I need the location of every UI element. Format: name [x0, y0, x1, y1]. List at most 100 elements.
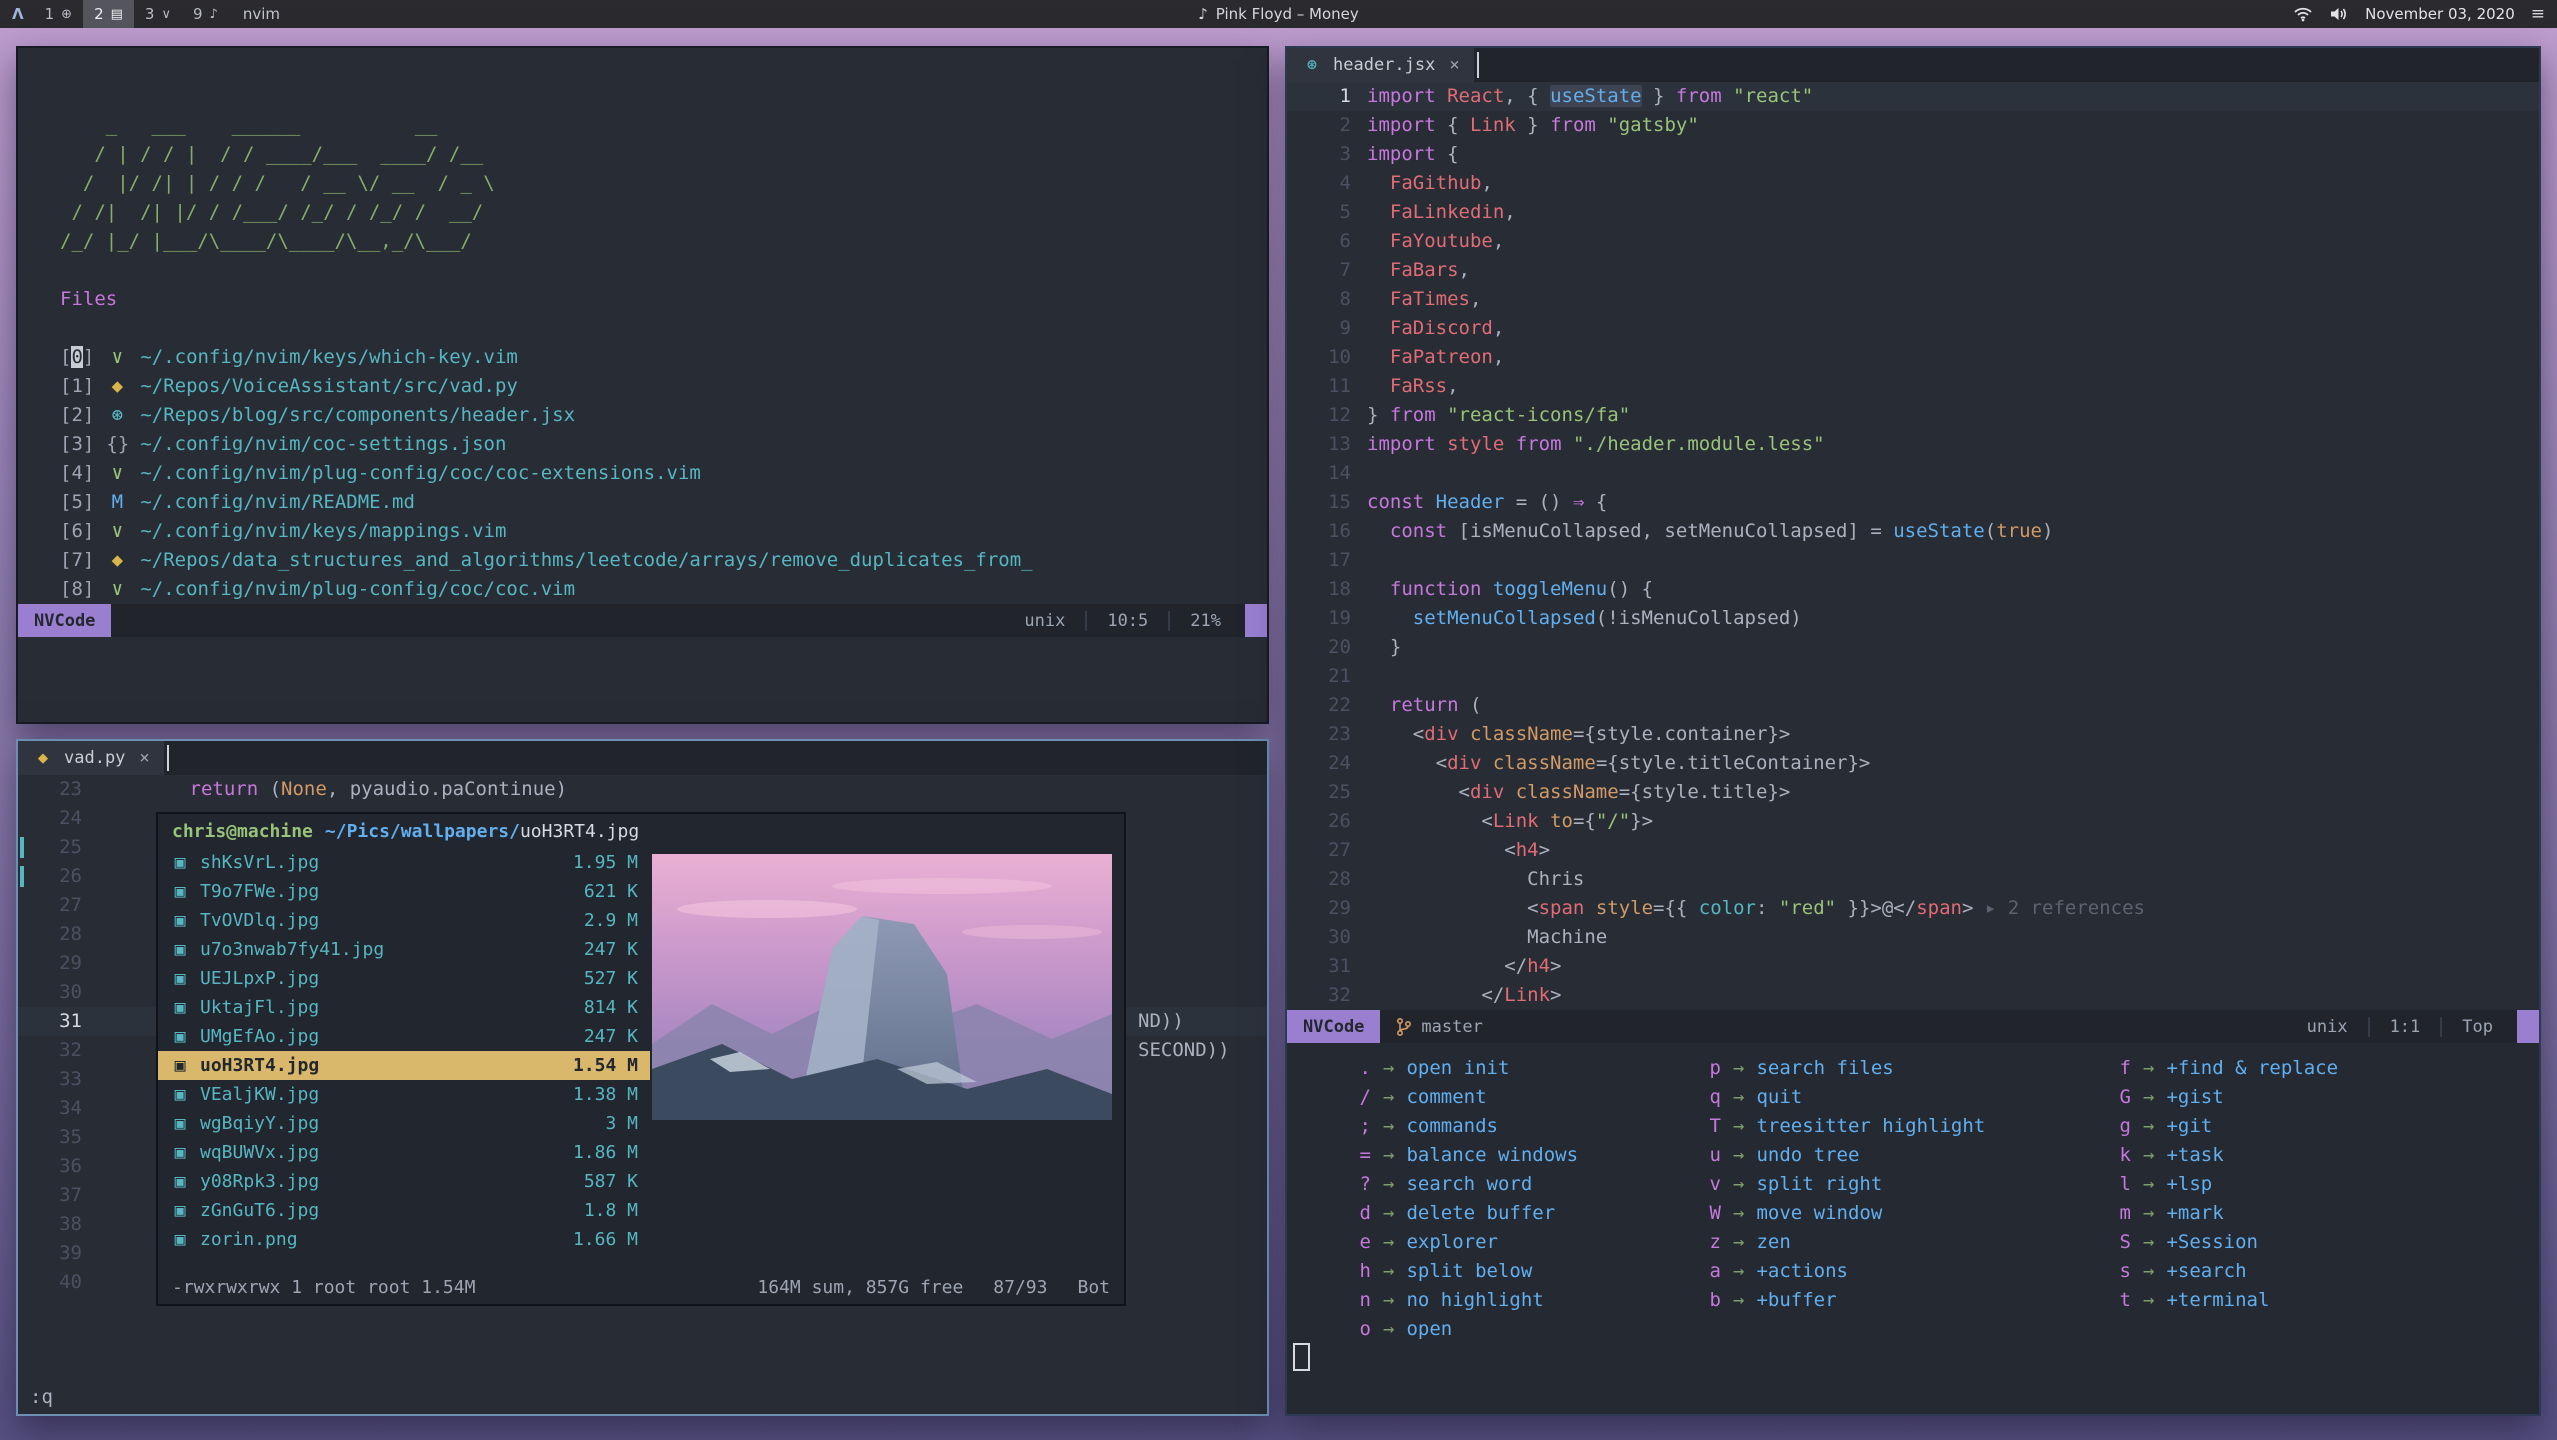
- recent-file-4[interactable]: [4]∨~/.config/nvim/plug-config/coc/coc-e…: [60, 459, 1267, 488]
- image-file-icon: ▣: [170, 1171, 190, 1192]
- volume-icon[interactable]: [2329, 6, 2349, 22]
- file-entry-6[interactable]: ▣UMgEfAo.jpg247 K: [158, 1022, 650, 1051]
- code-line-30[interactable]: 30 Machine: [1287, 923, 2539, 952]
- recent-file-3[interactable]: [3]{}~/.config/nvim/coc-settings.json: [60, 430, 1267, 459]
- tab-header-jsx[interactable]: ⊛ header.jsx ×: [1287, 48, 1474, 82]
- code-line-16[interactable]: 16 const [isMenuCollapsed, setMenuCollap…: [1287, 517, 2539, 546]
- recent-file-6[interactable]: [6]∨~/.config/nvim/keys/mappings.vim: [60, 517, 1267, 546]
- key: a: [1677, 1260, 1721, 1282]
- code-line-19[interactable]: 19 setMenuCollapsed(!isMenuCollapsed): [1287, 604, 2539, 633]
- code-line-11[interactable]: 11 FaRss,: [1287, 372, 2539, 401]
- code-line-15[interactable]: 15const Header = () ⇒ {: [1287, 488, 2539, 517]
- git-branch: master: [1396, 1017, 1482, 1037]
- file-entry-10[interactable]: ▣wqBUWVx.jpg1.86 M: [158, 1138, 650, 1167]
- file-entry-5[interactable]: ▣UktajFl.jpg814 K: [158, 993, 650, 1022]
- line-number: 11: [1287, 372, 1367, 401]
- code-line-29[interactable]: 29 <span style={{ color: "red" }}>@</spa…: [1287, 894, 2539, 923]
- file-entry-2[interactable]: ▣TvOVDlq.jpg2.9 M: [158, 906, 650, 935]
- file-entry-1[interactable]: ▣T9o7FWe.jpg621 K: [158, 877, 650, 906]
- code-line-31[interactable]: 31 </h4>: [1287, 952, 2539, 981]
- code-line-4[interactable]: 4 FaGithub,: [1287, 169, 2539, 198]
- line-number: 34: [18, 1094, 98, 1123]
- vim-icon: ∨: [106, 517, 128, 546]
- code-line-1[interactable]: 1import React, { useState } from "react": [1287, 82, 2539, 111]
- code-line-2[interactable]: 2import { Link } from "gatsby": [1287, 111, 2539, 140]
- code-line-8[interactable]: 8 FaTimes,: [1287, 285, 2539, 314]
- file-entry-4[interactable]: ▣UEJLpxP.jpg527 K: [158, 964, 650, 993]
- menu-icon[interactable]: ≡: [2531, 4, 2545, 24]
- file-entry-3[interactable]: ▣u7o3nwab7fy41.jpg247 K: [158, 935, 650, 964]
- now-playing-text: Pink Floyd – Money: [1216, 5, 1359, 23]
- code-line-28[interactable]: 28 Chris: [1287, 865, 2539, 894]
- code-line-10[interactable]: 10 FaPatreon,: [1287, 343, 2539, 372]
- code-line-27[interactable]: 27 <h4>: [1287, 836, 2539, 865]
- image-file-icon: ▣: [170, 1084, 190, 1105]
- code-line-13[interactable]: 13import style from "./header.module.les…: [1287, 430, 2539, 459]
- code-line-26[interactable]: 26 <Link to={"/"}>: [1287, 807, 2539, 836]
- code-line-18[interactable]: 18 function toggleMenu() {: [1287, 575, 2539, 604]
- workspace-2[interactable]: 2▤: [83, 0, 134, 28]
- tab-vad-py[interactable]: ◆ vad.py ×: [18, 741, 164, 775]
- code-line-17[interactable]: 17: [1287, 546, 2539, 575]
- code-line-32[interactable]: 32 </Link>: [1287, 981, 2539, 1010]
- code-line-23[interactable]: 23 <div className={style.container}>: [1287, 720, 2539, 749]
- file-name: zGnGuT6.jpg: [200, 1200, 319, 1221]
- code-line-25[interactable]: 25 <div className={style.title}>: [1287, 778, 2539, 807]
- workspace-1[interactable]: 1⊕: [34, 0, 83, 28]
- close-tab-icon[interactable]: ×: [1449, 55, 1459, 75]
- line-number: 25: [1287, 778, 1367, 807]
- file-entry-8[interactable]: ▣VEaljKW.jpg1.38 M: [158, 1080, 650, 1109]
- recent-file-5[interactable]: [5]M~/.config/nvim/README.md: [60, 488, 1267, 517]
- file-format: unix: [1004, 611, 1085, 631]
- file-entry-11[interactable]: ▣y08Rpk3.jpg587 K: [158, 1167, 650, 1196]
- code-line-5[interactable]: 5 FaLinkedin,: [1287, 198, 2539, 227]
- image-file-icon: ▣: [170, 1142, 190, 1163]
- launcher-icon[interactable]: Λ: [12, 5, 24, 23]
- statusline-accent-block: [1245, 604, 1267, 637]
- key: t: [2087, 1289, 2131, 1311]
- line-number: 23: [18, 775, 98, 804]
- file-size: 1.86 M: [573, 1142, 638, 1163]
- code-line-23[interactable]: 23 return (None, pyaudio.paContinue): [18, 775, 1267, 804]
- recent-file-8[interactable]: [8]∨~/.config/nvim/plug-config/coc/coc.v…: [60, 575, 1267, 604]
- image-preview: [650, 848, 1124, 1125]
- command-line[interactable]: :q: [30, 1386, 53, 1408]
- code-line-21[interactable]: 21: [1287, 662, 2539, 691]
- keybinding-m: m→+mark: [2087, 1198, 2539, 1227]
- line-number: 5: [1287, 198, 1367, 227]
- code-line-7[interactable]: 7 FaBars,: [1287, 256, 2539, 285]
- recent-file-2[interactable]: [2]⊛~/Repos/blog/src/components/header.j…: [60, 401, 1267, 430]
- file-name: zorin.png: [200, 1229, 298, 1250]
- workspace-3[interactable]: 3∨: [134, 0, 182, 28]
- code-line-22[interactable]: 22 return (: [1287, 691, 2539, 720]
- code-line-24[interactable]: 24 <div className={style.titleContainer}…: [1287, 749, 2539, 778]
- file-size: 1.8 M: [584, 1200, 638, 1221]
- code-line-20[interactable]: 20 }: [1287, 633, 2539, 662]
- keybinding-n: n→no highlight: [1327, 1285, 1677, 1314]
- file-entry-7[interactable]: ▣uoH3RT4.jpg1.54 M: [158, 1051, 650, 1080]
- file-entry-0[interactable]: ▣shKsVrL.jpg1.95 M: [158, 848, 650, 877]
- code-line-12[interactable]: 12} from "react-icons/fa": [1287, 401, 2539, 430]
- code-line-6[interactable]: 6 FaYoutube,: [1287, 227, 2539, 256]
- file-entry-13[interactable]: ▣zorin.png1.66 M: [158, 1225, 650, 1254]
- keybinding-T: T→treesitter highlight: [1677, 1111, 2087, 1140]
- code-line-9[interactable]: 9 FaDiscord,: [1287, 314, 2539, 343]
- file-entry-9[interactable]: ▣wgBqiyY.jpg3 M: [158, 1109, 650, 1138]
- line-number: 8: [1287, 285, 1367, 314]
- line-number: 40: [18, 1268, 98, 1297]
- recent-file-7[interactable]: [7]◆~/Repos/data_structures_and_algorith…: [60, 546, 1267, 575]
- code-line-14[interactable]: 14: [1287, 459, 2539, 488]
- recent-file-0[interactable]: [0]∨~/.config/nvim/keys/which-key.vim: [60, 343, 1267, 372]
- binding-description: +buffer: [1756, 1289, 1836, 1311]
- occluded-line-tail: ND)): [1138, 1007, 1184, 1036]
- keybinding-;: ;→commands: [1327, 1111, 1677, 1140]
- close-tab-icon[interactable]: ×: [139, 748, 149, 768]
- line-number: 4: [1287, 169, 1367, 198]
- wifi-icon[interactable]: [2293, 6, 2313, 22]
- code-line-3[interactable]: 3import {: [1287, 140, 2539, 169]
- line-number: 37: [18, 1181, 98, 1210]
- recent-file-1[interactable]: [1]◆~/Repos/VoiceAssistant/src/vad.py: [60, 372, 1267, 401]
- workspace-9[interactable]: 9♪: [182, 0, 229, 28]
- file-entry-12[interactable]: ▣zGnGuT6.jpg1.8 M: [158, 1196, 650, 1225]
- line-number: 9: [1287, 314, 1367, 343]
